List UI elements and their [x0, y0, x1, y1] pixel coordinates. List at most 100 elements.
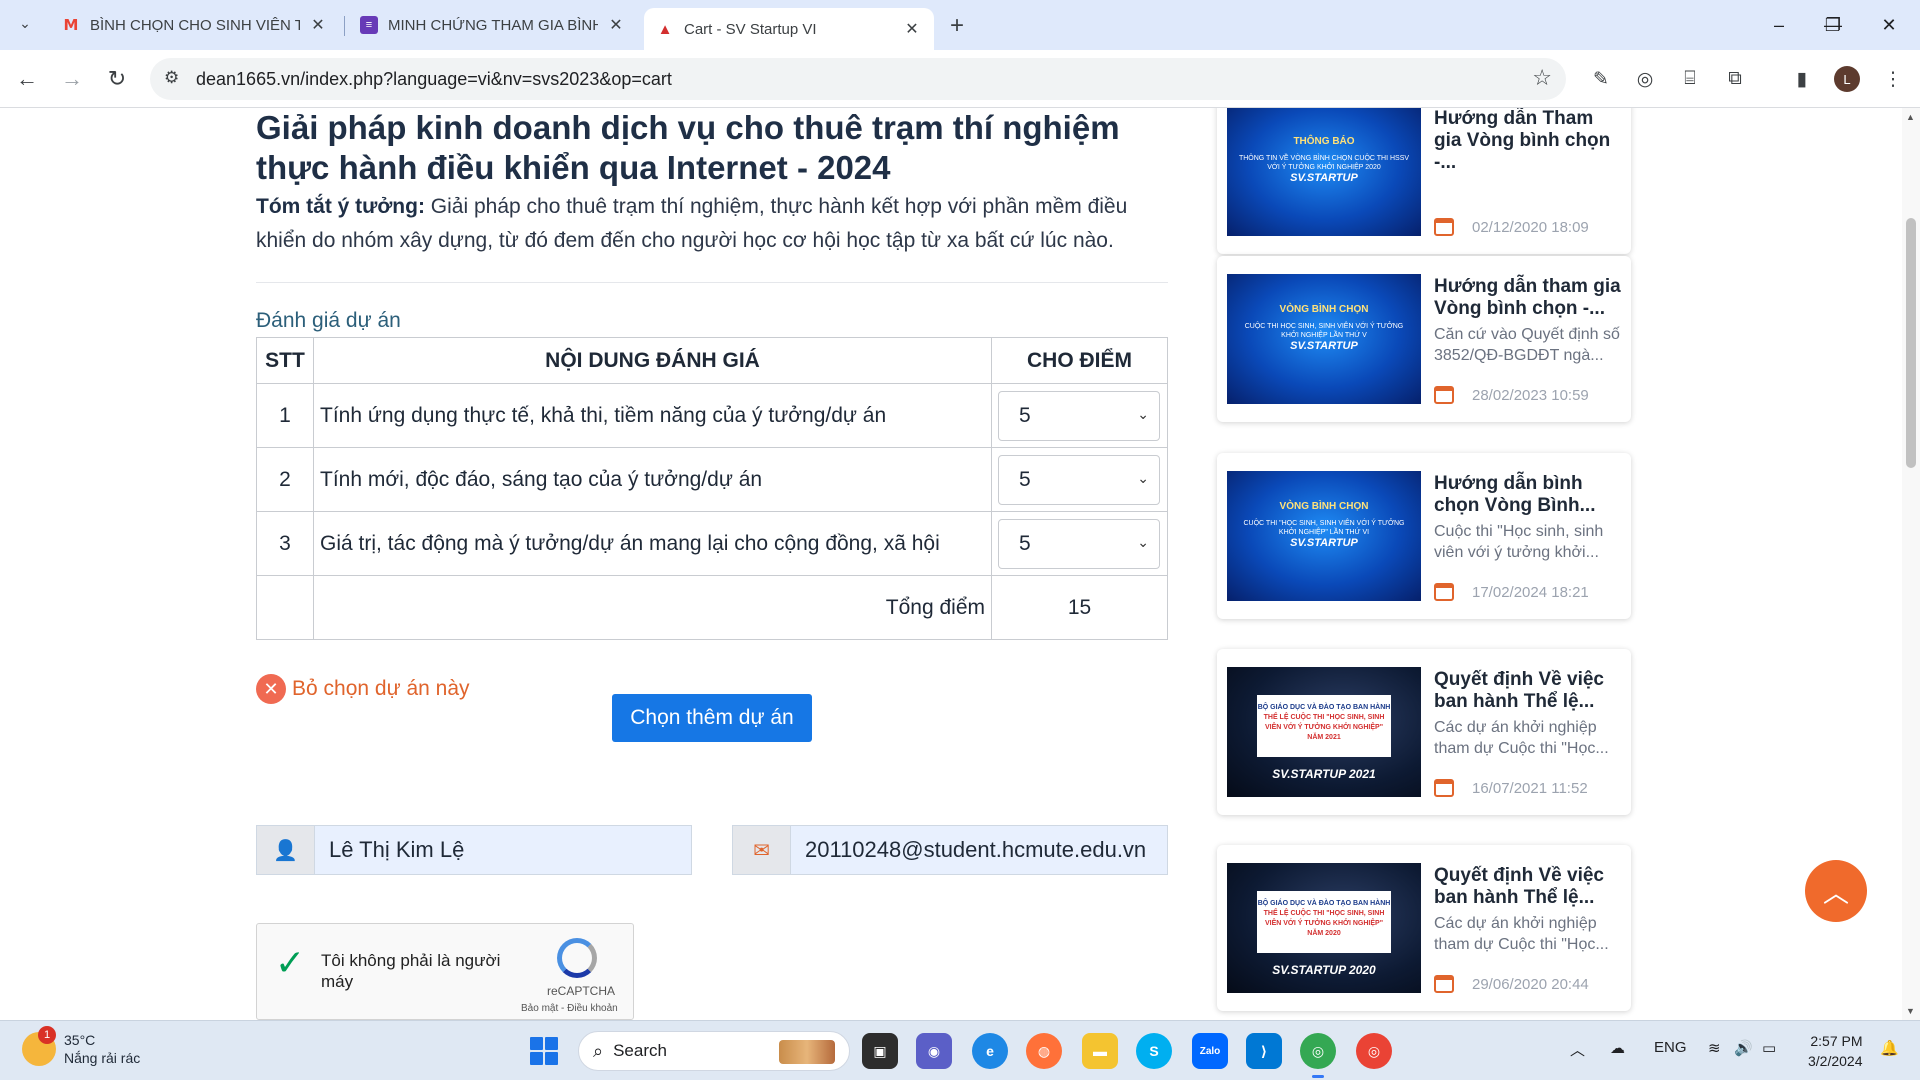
close-icon[interactable]: ✕	[902, 19, 922, 39]
taskbar-search[interactable]: ⌕ Search	[578, 1031, 850, 1071]
url-text[interactable]: dean1665.vn/index.php?language=vi&nv=svs…	[196, 69, 672, 90]
notification-bell-icon[interactable]: 🔔	[1880, 1039, 1899, 1057]
menu-kebab-icon[interactable]: ⋮	[1878, 64, 1908, 94]
battery-icon[interactable]: ▭	[1762, 1039, 1776, 1057]
tab-separator	[344, 16, 345, 36]
site-info-icon[interactable]: ⚙	[164, 68, 179, 88]
search-label: Search	[613, 1041, 667, 1060]
name-field[interactable]: 👤 Lê Thị Kim Lệ	[256, 825, 692, 875]
minimize-icon[interactable]: –	[1756, 10, 1802, 40]
news-thumbnail[interactable]: VÒNG BÌNH CHỌN CUỘC THI "HỌC SINH, SINH …	[1227, 471, 1421, 601]
news-thumbnail[interactable]: THÔNG BÁO THÔNG TIN VỀ VÒNG BÌNH CHỌN CU…	[1227, 108, 1421, 236]
volume-icon[interactable]: 🔊	[1734, 1039, 1753, 1057]
scroll-up-arrow-icon[interactable]: ▲	[1906, 112, 1915, 122]
news-date: 28/02/2023 10:59	[1434, 386, 1589, 404]
close-icon[interactable]: ✕	[606, 15, 626, 35]
tab-search-button[interactable]: ⌄	[12, 10, 38, 36]
news-thumbnail[interactable]: VÒNG BÌNH CHỌN CUỘC THI HỌC SINH, SINH V…	[1227, 274, 1421, 404]
news-card[interactable]: VÒNG BÌNH CHỌN CUỘC THI HỌC SINH, SINH V…	[1217, 256, 1631, 422]
cloud-icon[interactable]: ☁	[1610, 1039, 1625, 1057]
checkmark-icon[interactable]: ✓	[275, 942, 305, 984]
unselect-label: Bỏ chọn dự án này	[292, 677, 470, 700]
thumb-logo: SV.STARTUP	[1290, 537, 1358, 549]
weather-widget[interactable]: 1 35°C Nắng rải rác	[22, 1026, 140, 1067]
pen-icon[interactable]: ✎	[1586, 64, 1616, 94]
email-value[interactable]: 20110248@student.hcmute.edu.vn	[791, 837, 1146, 863]
news-title[interactable]: Hướng dẫn Tham gia Vòng bình chọn -...	[1434, 108, 1624, 174]
scroll-down-arrow-icon[interactable]: ▼	[1906, 1006, 1915, 1016]
total-row: Tổng điểm 15	[256, 575, 1168, 640]
weather-sun-icon: 1	[22, 1026, 56, 1066]
bookmark-star-icon[interactable]: ☆	[1532, 65, 1552, 91]
news-date: 29/06/2020 20:44	[1434, 975, 1589, 993]
clock-date: 3/2/2024	[1808, 1053, 1863, 1069]
name-value[interactable]: Lê Thị Kim Lệ	[315, 837, 464, 863]
choose-more-button[interactable]: Chọn thêm dự án	[612, 694, 812, 742]
skype-icon[interactable]: S	[1136, 1033, 1172, 1069]
chrome-profile-icon[interactable]: ◎	[1356, 1033, 1392, 1069]
forms-icon: ≡	[360, 16, 378, 34]
vscode-icon[interactable]: ⟩	[1246, 1033, 1282, 1069]
page-viewport: Giải pháp kinh doanh dịch vụ cho thuê tr…	[0, 108, 1920, 1020]
news-date: 17/02/2024 18:21	[1434, 583, 1589, 601]
system-clock[interactable]: 2:57 PM 3/2/2024	[1808, 1031, 1863, 1071]
thumb-subtitle: CUỘC THI HỌC SINH, SINH VIÊN VỚI Ý TƯỞNG…	[1244, 323, 1404, 339]
firefox-icon[interactable]: ◍	[1026, 1033, 1062, 1069]
close-window-button[interactable]: ✕	[1866, 10, 1912, 40]
back-button[interactable]: ←	[10, 62, 44, 96]
edge-icon[interactable]: e	[972, 1033, 1008, 1069]
search-highlight-image	[779, 1040, 835, 1064]
score-select[interactable]: 5 ⌄	[998, 454, 1160, 505]
news-title[interactable]: Quyết định Về việc ban hành Thể lệ...	[1434, 865, 1624, 909]
tab-title: MINH CHỨNG THAM GIA BÌNH	[388, 16, 598, 34]
teams-icon[interactable]: ◉	[916, 1033, 952, 1069]
recaptcha-terms-link[interactable]: Bảo mật - Điều khoản	[521, 1003, 618, 1014]
forward-button[interactable]: →	[55, 62, 89, 96]
news-thumbnail[interactable]: BỘ GIÁO DỤC VÀ ĐÀO TẠO BAN HÀNH THỂ LỆ C…	[1227, 667, 1421, 797]
score-select[interactable]: 5 ⌄	[998, 518, 1160, 569]
profile-avatar[interactable]: L	[1834, 66, 1860, 92]
news-title[interactable]: Quyết định Về việc ban hành Thể lệ...	[1434, 669, 1624, 713]
score-select[interactable]: 5 ⌄	[998, 390, 1160, 441]
side-panel-icon[interactable]: ▮	[1787, 64, 1817, 94]
weather-desc: Nắng rải rác	[64, 1050, 141, 1066]
new-tab-button[interactable]: +	[950, 12, 964, 40]
browser-toolbar: ← → ↻ ⚙ dean1665.vn/index.php?language=v…	[0, 50, 1920, 108]
extensions-icon[interactable]: ⧉	[1720, 64, 1750, 94]
envelope-icon: ✉	[733, 826, 791, 874]
news-card[interactable]: THÔNG BÁO THÔNG TIN VỀ VÒNG BÌNH CHỌN CU…	[1217, 108, 1631, 254]
file-explorer-icon[interactable]: ▬	[1082, 1033, 1118, 1069]
tab-cart[interactable]: ▲ Cart - SV Startup VI ✕	[644, 8, 934, 50]
email-field[interactable]: ✉ 20110248@student.hcmute.edu.vn	[732, 825, 1168, 875]
chrome-icon[interactable]: ◎	[1300, 1033, 1336, 1078]
page-scrollbar[interactable]: ▲ ▼	[1902, 108, 1920, 1020]
compass-icon[interactable]: ◎	[1630, 64, 1660, 94]
tab-gmail[interactable]: M BÌNH CHỌN CHO SINH VIÊN TP ✕	[50, 8, 340, 42]
news-title[interactable]: Hướng dẫn bình chọn Vòng Bình...	[1434, 473, 1624, 517]
zalo-icon[interactable]: Zalo	[1192, 1033, 1228, 1069]
scrollbar-thumb[interactable]	[1906, 218, 1916, 468]
task-view-icon[interactable]: ▣	[862, 1033, 898, 1069]
tray-chevron-up-icon[interactable]: ︿	[1570, 1039, 1585, 1060]
evaluation-table: STT NỘI DUNG ĐÁNH GIÁ CHO ĐIỂM 1 Tính ứn…	[256, 337, 1168, 640]
news-thumbnail[interactable]: BỘ GIÁO DỤC VÀ ĐÀO TẠO BAN HÀNH THỂ LỆ C…	[1227, 863, 1421, 993]
address-bar[interactable]: ⚙ dean1665.vn/index.php?language=vi&nv=s…	[150, 58, 1566, 100]
close-icon[interactable]: ✕	[308, 15, 328, 35]
reload-button[interactable]: ↻	[100, 62, 134, 96]
cart-icon: ▲	[657, 20, 673, 38]
wifi-icon[interactable]: ≋	[1708, 1039, 1721, 1057]
news-card[interactable]: VÒNG BÌNH CHỌN CUỘC THI "HỌC SINH, SINH …	[1217, 453, 1631, 619]
restore-button[interactable]: ❐	[1810, 10, 1856, 40]
scroll-to-top-button[interactable]: ︿	[1805, 860, 1867, 922]
weather-text: 35°C Nắng rải rác	[64, 1031, 140, 1067]
language-indicator[interactable]: ENG	[1654, 1039, 1687, 1056]
news-title[interactable]: Hướng dẫn tham gia Vòng bình chọn -...	[1434, 276, 1624, 320]
tab-forms[interactable]: ≡ MINH CHỨNG THAM GIA BÌNH ✕	[348, 8, 638, 42]
thumb-banner: BỘ GIÁO DỤC VÀ ĐÀO TẠO BAN HÀNH	[1257, 900, 1391, 907]
camera-icon[interactable]: ⌸	[1675, 64, 1705, 94]
evaluation-label: Đánh giá dự án	[256, 309, 401, 332]
start-button[interactable]	[530, 1037, 558, 1065]
news-card[interactable]: BỘ GIÁO DỤC VÀ ĐÀO TẠO BAN HÀNH THỂ LỆ C…	[1217, 649, 1631, 815]
row-score-cell: 5 ⌄	[991, 383, 1168, 448]
news-card[interactable]: BỘ GIÁO DỤC VÀ ĐÀO TẠO BAN HÀNH THỂ LỆ C…	[1217, 845, 1631, 1011]
